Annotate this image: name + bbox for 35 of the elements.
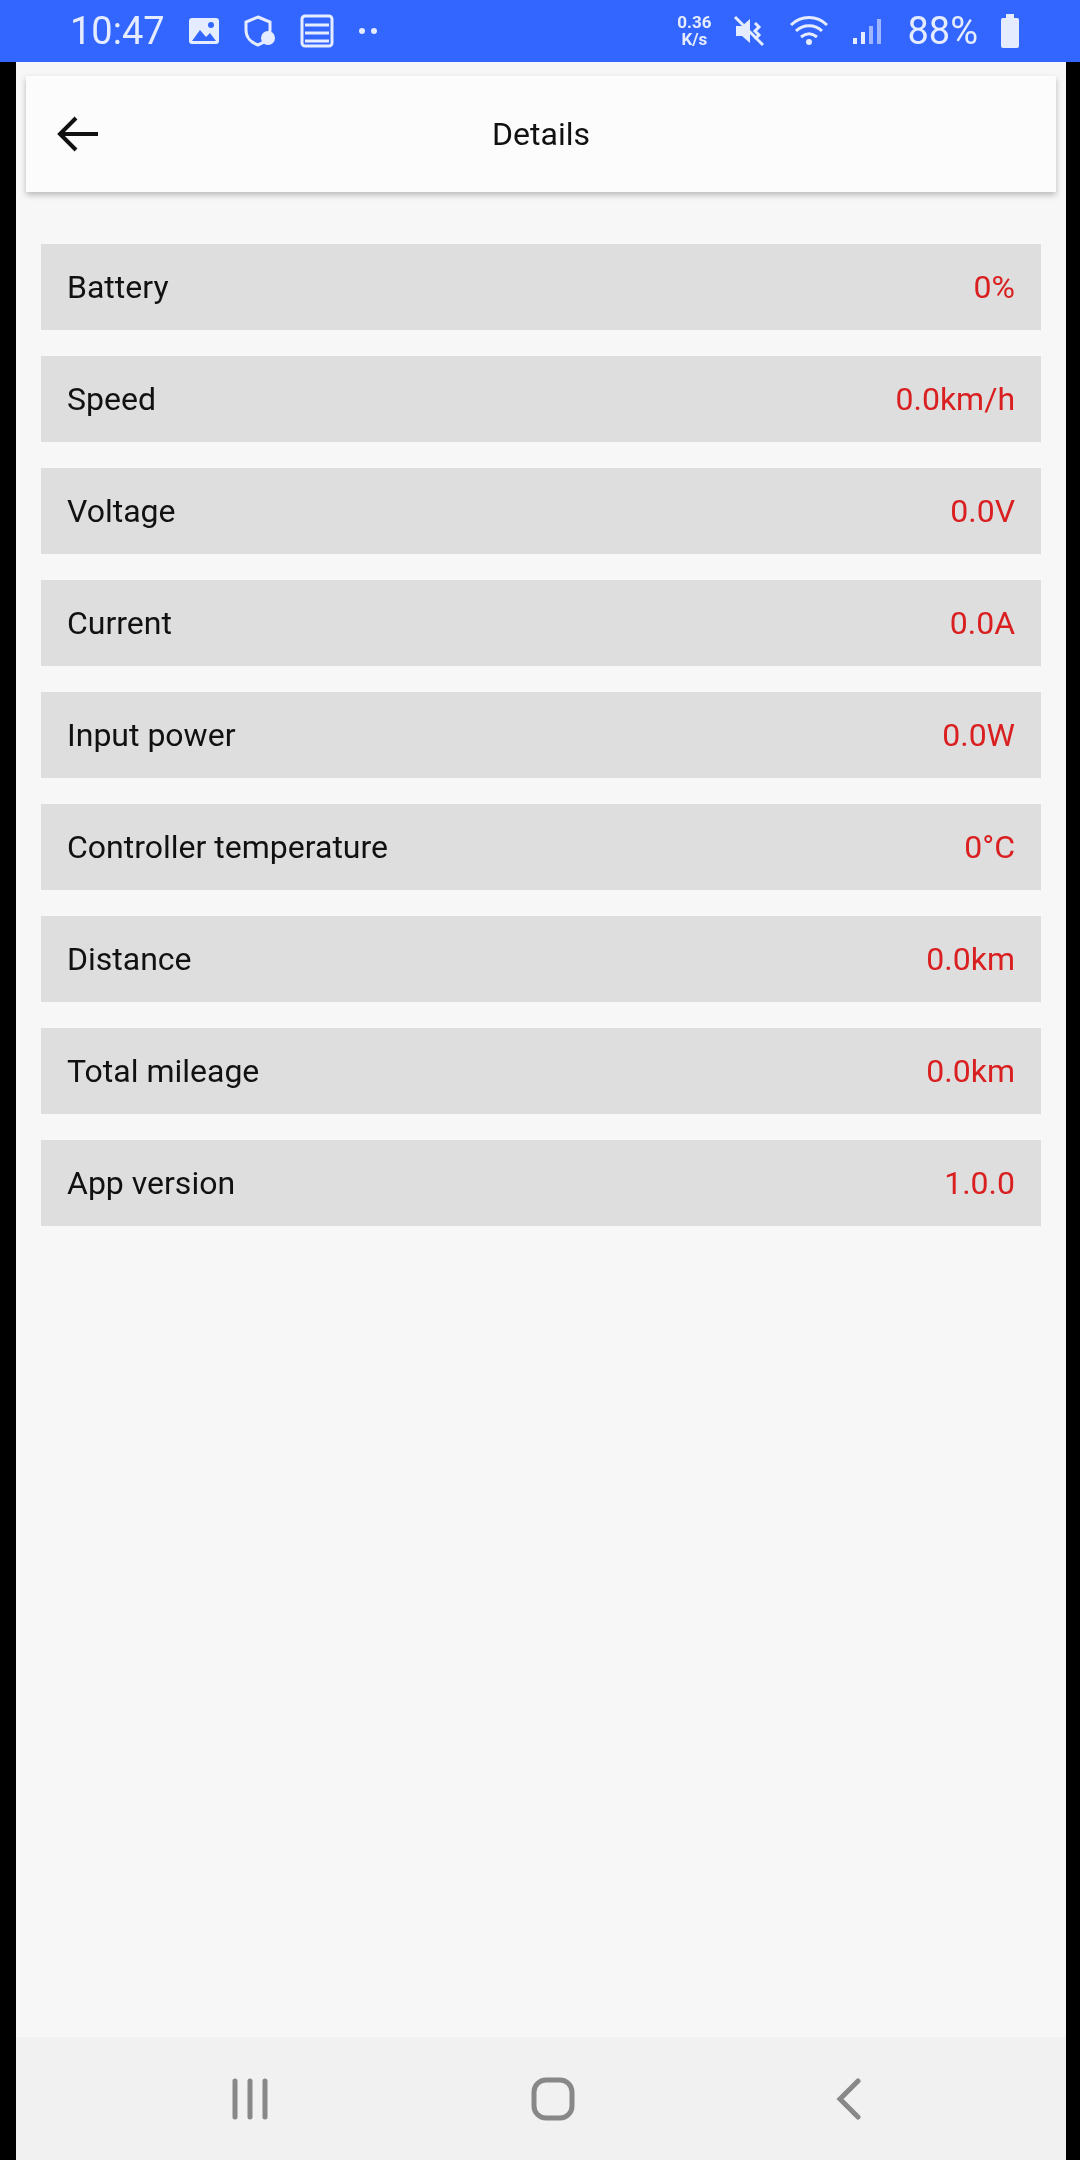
detail-label: Current	[67, 604, 172, 642]
detail-value: 1.0.0	[944, 1164, 1015, 1202]
detail-value: 0.0km	[926, 940, 1015, 978]
recent-apps-icon	[230, 2077, 270, 2120]
shield-icon	[242, 14, 277, 48]
detail-value: 0.0km	[926, 1052, 1015, 1090]
detail-label: Distance	[67, 940, 192, 978]
back-button[interactable]	[56, 114, 100, 154]
detail-label: App version	[67, 1164, 236, 1202]
back-arrow-icon	[56, 114, 100, 154]
battery-percent: 88%	[907, 9, 978, 53]
gallery-icon	[186, 16, 221, 46]
detail-value: 0.0V	[950, 492, 1015, 530]
detail-label: Battery	[67, 268, 169, 306]
detail-value: 0%	[973, 268, 1015, 306]
home-button[interactable]	[531, 2076, 575, 2121]
detail-label: Voltage	[67, 492, 176, 530]
page-title: Details	[492, 115, 590, 153]
wifi-icon	[789, 15, 830, 47]
detail-value: 0°C	[964, 828, 1015, 866]
detail-value: 0.0km/h	[895, 380, 1015, 418]
detail-value: 0.0A	[949, 604, 1015, 642]
network-speed-unit: K/s	[681, 31, 708, 48]
back-icon	[836, 2077, 862, 2120]
detail-label: Total mileage	[67, 1052, 260, 1090]
recent-apps-button[interactable]	[230, 2077, 270, 2120]
clock-time: 10:47	[70, 9, 165, 53]
detail-value: 0.0W	[942, 716, 1015, 754]
detail-label: Speed	[67, 380, 156, 418]
home-icon	[531, 2076, 575, 2121]
storage-icon	[298, 13, 335, 49]
detail-label: Input power	[67, 716, 236, 754]
battery-icon	[1000, 14, 1020, 48]
network-speed: 0.36	[677, 14, 712, 31]
detail-label: Controller temperature	[67, 828, 388, 866]
